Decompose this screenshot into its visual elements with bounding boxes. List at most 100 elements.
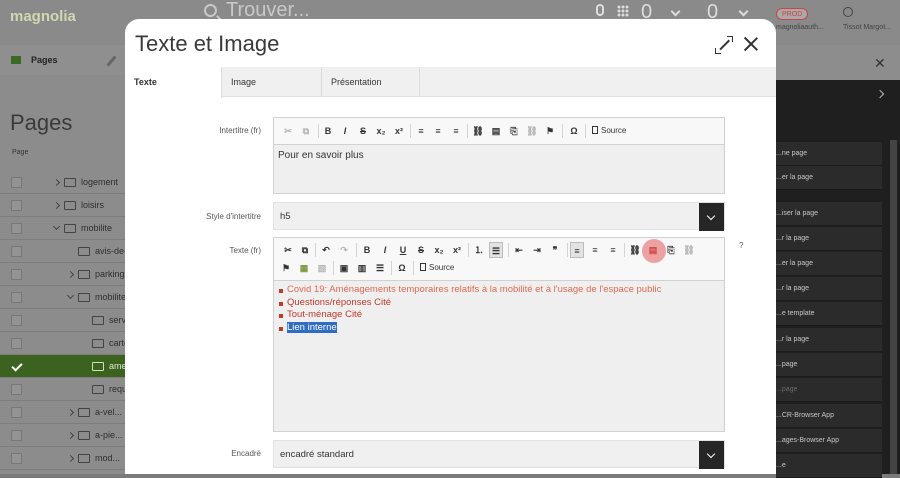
table-icon[interactable]: ▥ [355, 260, 369, 276]
tree-row[interactable]: avis-de-... [0, 240, 135, 263]
special-char-icon[interactable]: Ω [395, 260, 409, 276]
tree-row[interactable]: servi... [0, 309, 136, 332]
copy-icon[interactable]: ⧉ [298, 242, 312, 258]
list-item-text[interactable]: Questions/réponses Cité [287, 297, 391, 308]
chevron-right-icon[interactable] [66, 431, 75, 440]
row-checkbox[interactable] [11, 200, 22, 211]
list-item-text[interactable]: Covid 19: Aménagements temporaires relat… [287, 284, 661, 295]
indent-icon[interactable]: ⇥ [530, 242, 544, 258]
tree-row[interactable]: loisirs [0, 194, 125, 217]
user-label[interactable]: Tissot Margot... [843, 24, 891, 31]
list-item-text[interactable]: Tout-ménage Cité [287, 309, 362, 320]
anchor-icon[interactable]: ⚑ [543, 123, 557, 139]
list-item[interactable]: Tout-ménage Cité [278, 309, 661, 322]
chevron-right-icon[interactable] [66, 454, 75, 463]
bold-icon[interactable]: B [360, 242, 374, 258]
app-logo[interactable]: magnolia [10, 8, 76, 25]
chevron-right-icon[interactable] [66, 408, 75, 417]
download-link-icon[interactable]: ⎘ [664, 242, 678, 258]
bold-icon[interactable]: B [321, 123, 335, 139]
action-item[interactable]: ...CR-Browser App [776, 404, 882, 428]
tree-row[interactable]: a-vel... [0, 401, 125, 424]
source-button[interactable]: Source [420, 260, 454, 276]
image-icon[interactable]: ▣ [337, 260, 351, 276]
action-item[interactable]: ...er la page [776, 166, 882, 190]
undo-icon[interactable]: ↶ [319, 242, 333, 258]
chevron-right-icon[interactable] [52, 178, 61, 187]
link-icon[interactable]: ⛓ [471, 123, 485, 139]
chevron-down-icon[interactable] [66, 291, 75, 300]
actions-scrollbar[interactable] [890, 140, 897, 474]
maximize-icon[interactable] [715, 36, 733, 54]
link-icon[interactable]: ⛓ [628, 242, 642, 258]
texte-editor[interactable]: ✂ ⧉ ↶ ↷ B I U S x₂ x² ⒈ ☰ ⇤ ⇥ ❞ ≡ ≡ ≡ ⛓ … [273, 237, 725, 432]
action-item[interactable]: ...r la page [776, 328, 882, 352]
superscript-icon[interactable]: x² [392, 123, 406, 139]
list-item[interactable]: Covid 19: Aménagements temporaires relat… [278, 284, 661, 297]
list-item-text[interactable]: Lien interne [287, 321, 337, 333]
microphone-icon[interactable] [596, 4, 604, 16]
action-item[interactable]: ...ages-Browser App [776, 429, 882, 453]
row-checkbox[interactable] [11, 361, 22, 372]
chevron-right-icon[interactable] [52, 201, 61, 210]
chevron-down-icon[interactable] [670, 6, 681, 17]
tree-row[interactable]: requ... [0, 378, 135, 401]
close-icon[interactable]: ✕ [874, 55, 886, 72]
texte-list[interactable]: Covid 19: Aménagements temporaires relat… [278, 284, 661, 334]
action-item[interactable]: ...r la page [776, 227, 882, 251]
strikethrough-icon[interactable]: S [414, 242, 428, 258]
tree-row[interactable]: ame... [0, 355, 134, 378]
row-checkbox[interactable] [11, 223, 22, 234]
app-tab-pages[interactable]: Pages [11, 55, 58, 65]
align-right-icon[interactable]: ≡ [606, 242, 620, 258]
row-checkbox[interactable] [11, 269, 22, 280]
app-launcher-icon[interactable] [617, 5, 629, 17]
chevron-down-icon[interactable] [738, 6, 749, 17]
user-icon[interactable] [843, 7, 853, 17]
row-checkbox[interactable] [11, 407, 22, 418]
source-button[interactable]: Source [592, 123, 626, 139]
superscript-icon[interactable]: x² [450, 242, 464, 258]
download-link-icon[interactable]: ⎘ [507, 123, 521, 139]
tree-row[interactable]: logement [0, 171, 125, 194]
unlink-icon[interactable]: ⛓ [525, 123, 539, 139]
row-checkbox[interactable] [11, 292, 22, 303]
cut-icon[interactable]: ✂ [281, 242, 295, 258]
strikethrough-icon[interactable]: S [356, 123, 370, 139]
chevron-right-icon[interactable] [66, 270, 75, 279]
internal-link-icon[interactable]: ▤ [489, 123, 503, 139]
action-item[interactable]: ...er la page [776, 252, 882, 276]
align-left-icon[interactable]: ≡ [414, 123, 428, 139]
tab-texte[interactable]: Texte [125, 67, 222, 98]
redo-icon[interactable]: ↷ [337, 242, 351, 258]
unlink-icon[interactable]: ⛓ [682, 242, 696, 258]
chevron-down-icon[interactable] [52, 222, 61, 231]
row-checkbox[interactable] [11, 430, 22, 441]
asset-link-icon[interactable]: ▧ [315, 260, 329, 276]
tree-row[interactable]: carte... [0, 332, 137, 355]
row-checkbox[interactable] [11, 453, 22, 464]
chevron-down-icon[interactable] [699, 203, 724, 231]
align-left-icon[interactable]: ≡ [570, 242, 584, 258]
column-header-page[interactable]: Page [12, 149, 28, 156]
align-center-icon[interactable]: ≡ [588, 242, 602, 258]
insert-asset-icon[interactable]: ▦ [297, 260, 311, 276]
action-item[interactable]: ...e [776, 454, 882, 478]
row-checkbox[interactable] [11, 315, 22, 326]
intertitre-editor[interactable]: ✂ ⧉ B I S x₂ x² ≡ ≡ ≡ ⛓ ▤ ⎘ ⛓ ⚑ Ω Source… [273, 117, 725, 194]
row-checkbox[interactable] [11, 177, 22, 188]
tree-row[interactable]: a-pie... [0, 424, 125, 447]
action-item[interactable]: ...r la page [776, 277, 882, 301]
outdent-icon[interactable]: ⇤ [512, 242, 526, 258]
align-center-icon[interactable]: ≡ [431, 123, 445, 139]
subscript-icon[interactable]: x₂ [432, 242, 446, 258]
action-item[interactable]: ...ne page [776, 142, 882, 166]
anchor-icon[interactable]: ⚑ [279, 260, 293, 276]
list-item[interactable]: Lien interne [278, 321, 661, 335]
align-right-icon[interactable]: ≡ [449, 123, 463, 139]
close-icon[interactable] [742, 35, 760, 53]
underline-icon[interactable]: U [396, 242, 410, 258]
italic-icon[interactable]: I [338, 123, 352, 139]
encadre-select[interactable]: encadré standard [273, 440, 725, 469]
special-char-icon[interactable]: Ω [567, 123, 581, 139]
